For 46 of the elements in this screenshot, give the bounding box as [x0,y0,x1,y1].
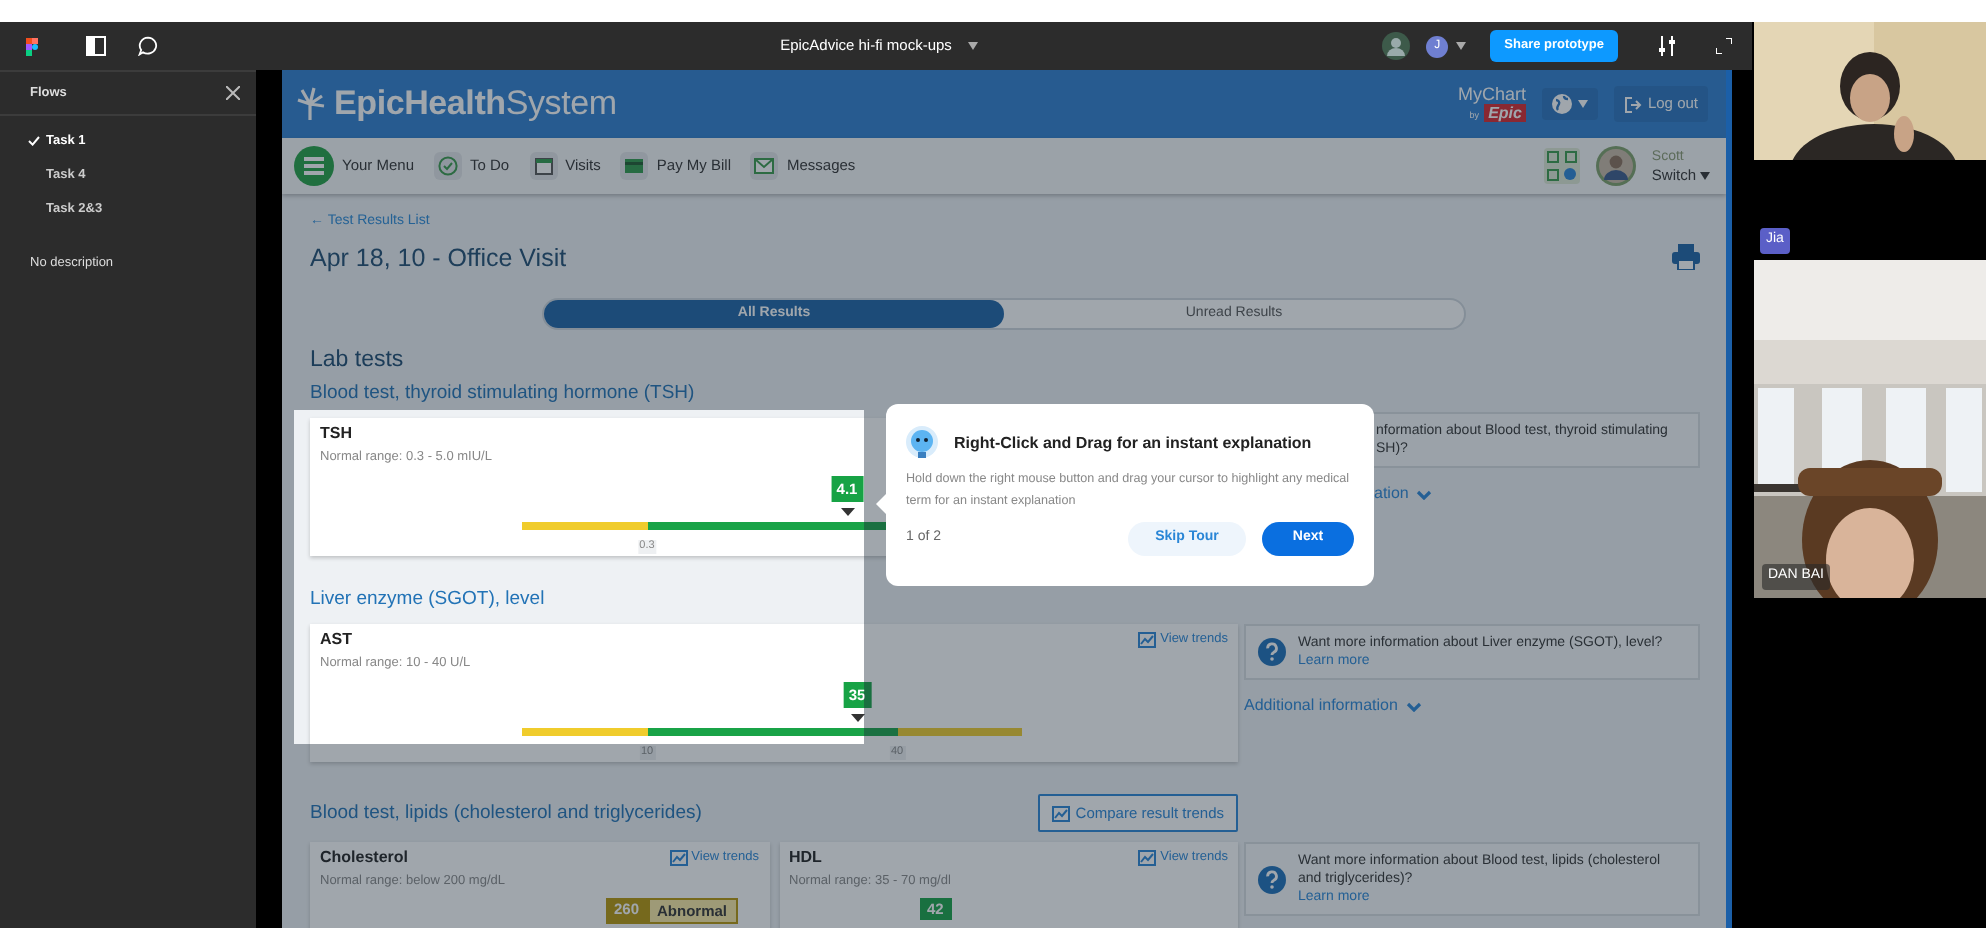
avatar-icon[interactable] [1595,146,1636,186]
test-name: Cholesterol [320,848,409,868]
expand-icon[interactable] [1716,38,1732,54]
help-icon [1258,865,1286,893]
close-icon[interactable] [226,86,240,100]
starburst-icon [296,86,326,122]
sliders-icon[interactable] [1658,36,1676,56]
qr-code-icon[interactable] [1543,148,1580,184]
additional-info-toggle[interactable]: Additional information [1244,694,1398,718]
credit-card-icon [620,152,649,180]
caret-icon [1577,100,1588,108]
checklist-icon [434,152,462,180]
test-group-title: Blood test, thyroid stimulating hormone (TSH) [310,382,695,406]
chart-icon [669,850,688,866]
envelope-icon [750,152,779,180]
robot-icon [906,426,938,460]
chart-icon [1138,632,1157,648]
page-title: Apr 18, 10 - Office Visit [310,242,567,274]
menu-icon [294,146,334,186]
caret-icon [1700,171,1710,179]
site-logo: EpicHealthSystem [334,82,617,127]
chart-icon [1138,850,1157,866]
comment-icon[interactable] [138,36,158,56]
test-group-title: Liver enzyme (SGOT), level [310,588,545,612]
calendar-icon [529,152,558,180]
language-button[interactable] [1541,88,1598,120]
logout-icon [1623,95,1642,113]
section-heading: Lab tests [310,346,406,374]
sidebar-toggle-icon[interactable] [86,36,106,56]
logo-icon[interactable] [26,37,38,55]
print-icon[interactable] [1672,244,1700,270]
test-name: HDL [789,848,822,868]
chevron-icon [1405,701,1422,711]
check-icon [28,136,40,146]
test-group-title: Blood test, lipids (cholesterol and triglycerides) [310,801,702,825]
chevron-icon [1416,489,1433,499]
avatar-icon[interactable] [1382,32,1411,60]
test-name: TSH [320,424,352,444]
help-icon [1258,638,1286,666]
chart-icon [1051,805,1070,821]
tour-title: Right-Click and Drag for an instant explanation [954,431,1312,455]
additional-info-toggle[interactable]: ation [1374,482,1409,506]
caret-icon [1456,42,1467,50]
globe-icon [1551,94,1572,114]
test-name: AST [320,630,352,650]
caret-icon [967,42,978,50]
